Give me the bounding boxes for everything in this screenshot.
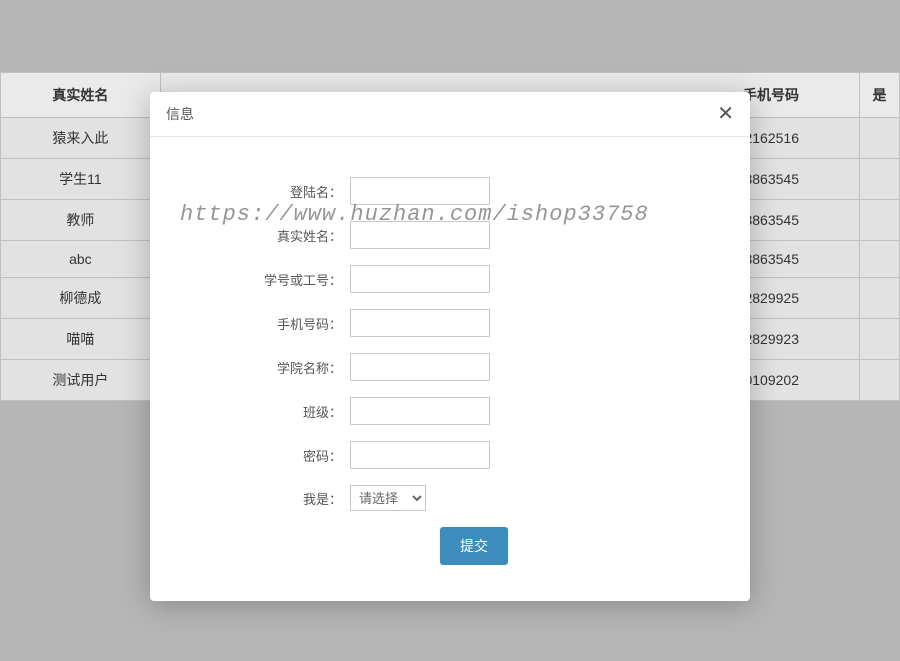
role-select[interactable]: 请选择 xyxy=(350,485,426,511)
phone-label: 手机号码： xyxy=(190,314,350,333)
college-label: 学院名称： xyxy=(190,358,350,377)
login-label: 登陆名： xyxy=(190,182,350,201)
role-label: 我是： xyxy=(190,489,350,508)
info-modal: 信息 ✕ 登陆名： 真实姓名： 学号或工号： 手机号码： xyxy=(150,92,750,601)
close-icon[interactable]: ✕ xyxy=(717,104,734,124)
class-input[interactable] xyxy=(350,397,490,425)
modal-title: 信息 xyxy=(166,104,194,124)
submit-button[interactable]: 提交 xyxy=(440,527,508,565)
class-label: 班级： xyxy=(190,402,350,421)
modal-header: 信息 ✕ xyxy=(150,92,750,137)
idnum-label: 学号或工号： xyxy=(190,270,350,289)
modal-body: 登陆名： 真实姓名： 学号或工号： 手机号码： 学院名称： xyxy=(150,137,750,601)
login-input[interactable] xyxy=(350,177,490,205)
realname-input[interactable] xyxy=(350,221,490,249)
modal-overlay: 信息 ✕ 登陆名： 真实姓名： 学号或工号： 手机号码： xyxy=(0,72,900,661)
college-input[interactable] xyxy=(350,353,490,381)
password-input[interactable] xyxy=(350,441,490,469)
password-label: 密码： xyxy=(190,446,350,465)
idnum-input[interactable] xyxy=(350,265,490,293)
phone-input[interactable] xyxy=(350,309,490,337)
realname-label: 真实姓名： xyxy=(190,226,350,245)
